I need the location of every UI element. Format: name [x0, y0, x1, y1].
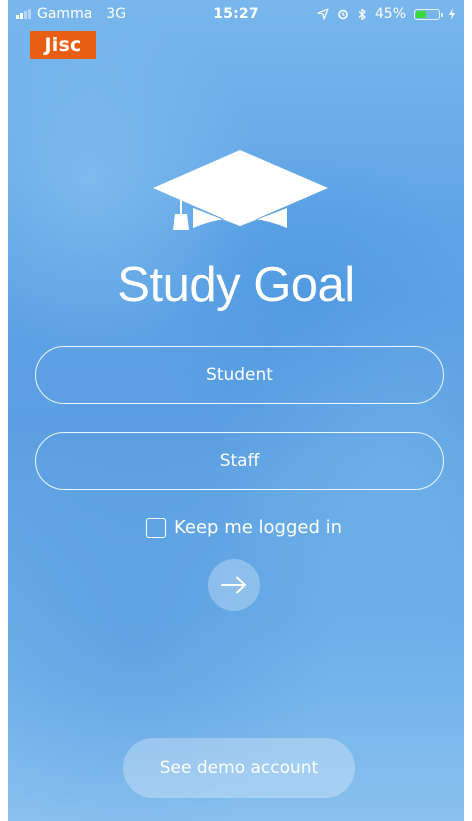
- keep-logged-in-option[interactable]: Keep me logged in: [146, 517, 342, 538]
- alarm-icon: [338, 9, 348, 20]
- see-demo-account-label: See demo account: [159, 758, 319, 778]
- status-bar: Gamma 3G 15:27 45%: [8, 0, 464, 26]
- battery-percent: 45%: [374, 6, 406, 22]
- keep-logged-in-label: Keep me logged in: [174, 517, 343, 538]
- graduation-cap-icon: [153, 150, 328, 230]
- student-button[interactable]: Student: [35, 346, 444, 404]
- location-icon: [317, 8, 329, 20]
- student-button-label: Student: [206, 365, 273, 385]
- keep-logged-in-checkbox[interactable]: [146, 517, 166, 538]
- app-screen: Gamma 3G 15:27 45% Jisc Study Goal Stude…: [8, 0, 464, 821]
- staff-button-label: Staff: [219, 451, 260, 471]
- staff-button[interactable]: Staff: [35, 432, 444, 490]
- arrow-right-icon: [221, 576, 246, 594]
- app-title: Study Goal: [117, 258, 355, 312]
- charging-icon: [449, 8, 455, 20]
- status-right: 45%: [317, 6, 456, 22]
- continue-button[interactable]: [208, 559, 260, 611]
- jisc-logo: Jisc: [30, 31, 96, 59]
- see-demo-account-button[interactable]: See demo account: [123, 738, 355, 798]
- bluetooth-icon: [358, 8, 366, 20]
- battery-icon: [414, 8, 443, 20]
